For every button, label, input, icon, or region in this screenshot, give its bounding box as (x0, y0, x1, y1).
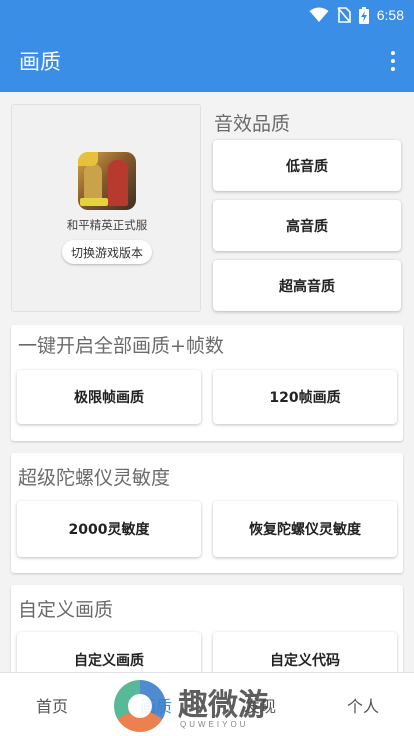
custom-code-button[interactable]: 自定义代码 (213, 632, 397, 672)
extreme-frame-button[interactable]: 极限帧画质 (17, 370, 201, 424)
sound-quality-title: 音效品质 (214, 113, 291, 135)
bottom-nav: 首页 画质 发现 个人 (0, 672, 414, 736)
wifi-icon (309, 7, 329, 23)
one-key-card: 一键开启全部画质+帧数 极限帧画质 120帧画质 (11, 325, 403, 441)
one-key-title: 一键开启全部画质+帧数 (18, 335, 224, 357)
battery-charging-icon (358, 6, 369, 24)
status-time: 6:58 (376, 7, 404, 23)
nav-profile[interactable]: 个人 (312, 673, 414, 736)
game-app-icon (78, 152, 136, 210)
nav-discover[interactable]: 发现 (208, 673, 312, 736)
custom-title: 自定义画质 (18, 599, 114, 621)
game-name: 和平精英正式服 (66, 218, 148, 232)
sensitivity-2000-button[interactable]: 2000灵敏度 (17, 501, 201, 557)
custom-quality-button[interactable]: 自定义画质 (17, 632, 201, 672)
fps-120-button[interactable]: 120帧画质 (213, 370, 397, 424)
status-bar: 6:58 (0, 0, 414, 30)
main-content: 和平精英正式服 切换游戏版本 音效品质 低音质 高音质 超高音质 一键开启全部画… (0, 92, 414, 672)
more-vert-icon[interactable] (390, 51, 396, 71)
low-sound-button[interactable]: 低音质 (213, 140, 401, 191)
high-sound-button[interactable]: 高音质 (213, 200, 401, 251)
page-title: 画质 (19, 50, 61, 74)
ultra-sound-button[interactable]: 超高音质 (213, 260, 401, 311)
custom-card: 自定义画质 自定义画质 自定义代码 (11, 585, 403, 672)
restore-gyro-button[interactable]: 恢复陀螺仪灵敏度 (213, 501, 397, 557)
game-card: 和平精英正式服 切换游戏版本 (11, 104, 201, 312)
gyro-title: 超级陀螺仪灵敏度 (18, 467, 171, 489)
nav-quality[interactable]: 画质 (104, 673, 208, 736)
no-sim-icon (337, 7, 351, 23)
nav-home[interactable]: 首页 (0, 673, 104, 736)
gyro-card: 超级陀螺仪灵敏度 2000灵敏度 恢复陀螺仪灵敏度 (11, 453, 403, 573)
switch-version-button[interactable]: 切换游戏版本 (62, 240, 152, 264)
app-bar: 画质 (0, 30, 414, 92)
